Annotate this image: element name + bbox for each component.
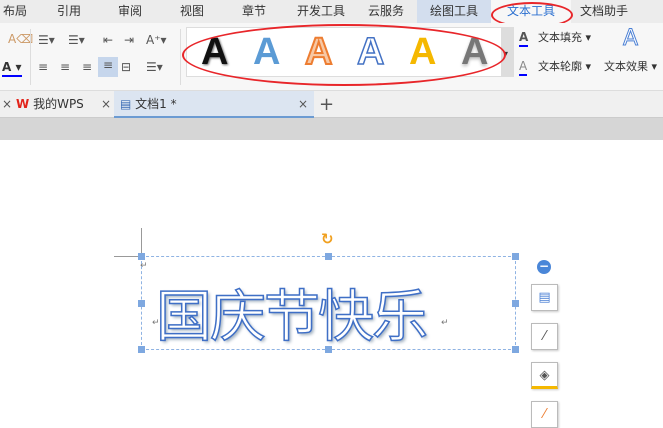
text-outline-button[interactable]: 文本轮廓 ▾	[538, 59, 591, 75]
wps-logo-icon: W	[16, 97, 30, 111]
text-outline-label: 文本轮廓	[538, 60, 582, 73]
rotate-handle-icon[interactable]: ↻	[321, 230, 334, 248]
tab-review[interactable]: 审阅	[113, 0, 147, 23]
tab-chapter[interactable]: 章节	[237, 0, 271, 23]
tab-cloud[interactable]: 云服务	[363, 0, 409, 23]
align-right-icon[interactable]: ≡	[82, 59, 92, 75]
text-fill-button[interactable]: 文本填充 ▾	[538, 30, 591, 46]
close-icon[interactable]: ×	[298, 91, 308, 118]
annotation-ellipse-gallery	[182, 24, 506, 86]
tab-document1-label: 文档1 *	[135, 97, 177, 111]
text-effect-label: 文本效果	[604, 60, 648, 73]
resize-handle[interactable]	[138, 346, 145, 353]
line-spacing-icon[interactable]: ☰▾	[146, 59, 163, 75]
resize-handle[interactable]	[138, 300, 145, 307]
resize-handle[interactable]	[138, 253, 145, 260]
justify-icon[interactable]: ≡	[98, 57, 118, 77]
paragraph-mark: ↵	[152, 318, 160, 328]
divider	[180, 29, 181, 85]
distribute-icon[interactable]: ⊟	[121, 59, 131, 75]
margin-mark	[141, 228, 142, 256]
close-icon[interactable]: ×	[2, 91, 12, 118]
collapse-icon[interactable]: −	[537, 260, 551, 274]
resize-handle[interactable]	[512, 253, 519, 260]
close-icon[interactable]: ×	[101, 91, 111, 118]
decrease-indent-icon[interactable]: ⇤	[103, 32, 113, 48]
numbered-list-icon[interactable]: ☰▾	[68, 32, 85, 48]
new-tab-button[interactable]: +	[319, 91, 334, 118]
tab-layout[interactable]: 布局	[0, 0, 30, 23]
document-icon: ▤	[120, 97, 132, 111]
resize-handle[interactable]	[325, 253, 332, 260]
divider	[30, 29, 31, 85]
layout-options-button[interactable]: ▤	[531, 284, 558, 311]
align-left-icon[interactable]: ≡	[38, 59, 48, 75]
tab-developer[interactable]: 开发工具	[292, 0, 350, 23]
font-size-icon[interactable]: A⁺▾	[146, 32, 167, 48]
margin-mark	[114, 256, 141, 257]
tab-drawing-tools[interactable]: 绘图工具	[417, 0, 491, 23]
text-effect-icon: A	[622, 26, 639, 51]
bullet-list-icon[interactable]: ☰▾	[38, 32, 55, 48]
font-color-icon[interactable]: A ▾	[2, 59, 22, 77]
resize-handle[interactable]	[512, 346, 519, 353]
text-fill-label: 文本填充	[538, 31, 582, 44]
tab-document1[interactable]: ▤ 文档1 * ×	[114, 91, 314, 118]
text-effect-button[interactable]: 文本效果 ▾	[604, 59, 657, 75]
tab-my-wps-label: 我的WPS	[33, 97, 84, 111]
tab-view[interactable]: 视图	[175, 0, 209, 23]
align-center-icon[interactable]: ≡	[60, 59, 70, 75]
tab-my-wps[interactable]: W 我的WPS ×	[16, 91, 112, 118]
wordart-text[interactable]: 国庆节快乐	[155, 272, 429, 353]
text-outline-icon: A	[519, 58, 528, 76]
shape-fill-button[interactable]: ◈	[531, 362, 558, 389]
paragraph-mark: ↵	[441, 318, 449, 328]
tab-references[interactable]: 引用	[52, 0, 86, 23]
tab-doc-assistant[interactable]: 文档助手	[574, 0, 634, 23]
shape-outline-button[interactable]: ⁄	[531, 323, 558, 350]
text-fill-icon: A	[519, 29, 529, 47]
resize-handle[interactable]	[512, 300, 519, 307]
ruler-area	[0, 118, 663, 140]
shape-style-button[interactable]: ⁄	[531, 401, 558, 428]
document-tab-bar: × W 我的WPS × ▤ 文档1 * × +	[0, 91, 663, 118]
increase-indent-icon[interactable]: ⇥	[124, 32, 134, 48]
